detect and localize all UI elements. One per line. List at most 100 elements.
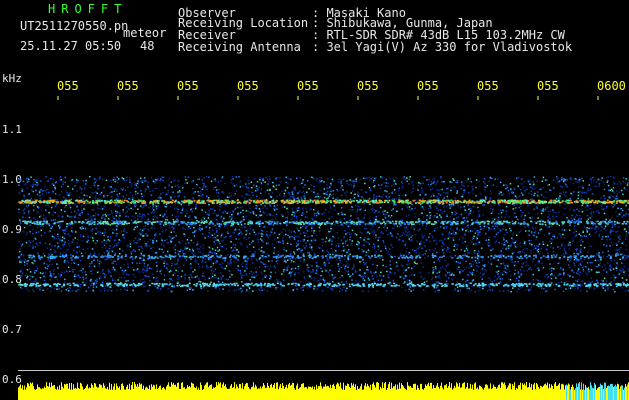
noise-pixel (237, 259, 239, 261)
noise-pixel (501, 243, 504, 245)
noise-pixel (177, 184, 179, 186)
noise-pixel (302, 253, 305, 255)
noise-pixel (489, 197, 492, 200)
noise-pixel (36, 212, 38, 214)
noise-pixel (580, 234, 582, 237)
noise-pixel (116, 198, 119, 200)
noise-pixel (495, 233, 498, 235)
noise-pixel (244, 197, 246, 199)
noise-pixel (468, 282, 470, 284)
noise-pixel (177, 195, 179, 197)
noise-pixel (484, 186, 486, 188)
noise-pixel (192, 271, 194, 273)
noise-pixel (325, 285, 327, 288)
noise-pixel (296, 209, 299, 212)
noise-pixel (137, 208, 139, 210)
noise-pixel (132, 199, 134, 201)
noise-pixel (183, 264, 185, 267)
noise-pixel (80, 211, 83, 214)
noise-pixel (328, 240, 330, 242)
noise-pixel (470, 181, 472, 183)
noise-pixel (478, 180, 481, 183)
noise-pixel (293, 253, 296, 255)
noise-pixel (389, 232, 392, 234)
noise-pixel (302, 190, 305, 193)
noise-pixel (621, 242, 623, 245)
noise-pixel (73, 278, 76, 281)
noise-pixel (58, 227, 61, 229)
noise-pixel (287, 198, 290, 200)
noise-pixel (441, 245, 443, 247)
noise-pixel (59, 240, 61, 242)
noise-pixel (80, 228, 83, 230)
noise-pixel (404, 289, 407, 291)
noise-pixel (137, 239, 139, 242)
noise-pixel (79, 213, 81, 215)
noise-pixel (295, 197, 298, 200)
noise-pixel (249, 225, 251, 228)
noise-pixel (315, 179, 318, 181)
noise-pixel (49, 260, 51, 262)
noise-pixel (364, 237, 366, 239)
noise-pixel (573, 271, 575, 274)
noise-pixel (585, 191, 587, 194)
noise-pixel (466, 279, 469, 282)
noise-pixel (146, 275, 148, 278)
noise-pixel (441, 266, 443, 268)
noise-pixel (28, 180, 30, 183)
noise-pixel (545, 225, 547, 227)
noise-pixel (625, 235, 628, 237)
noise-pixel (297, 268, 300, 270)
noise-pixel (501, 278, 503, 280)
noise-pixel (78, 246, 80, 248)
noise-pixel (128, 177, 131, 179)
noise-pixel (440, 267, 442, 269)
noise-pixel (30, 258, 32, 260)
noise-pixel (569, 224, 571, 226)
noise-pixel (508, 192, 510, 195)
noise-pixel (453, 218, 455, 220)
noise-pixel (264, 181, 266, 183)
noise-pixel (313, 191, 315, 193)
noise-pixel (82, 198, 85, 200)
noise-pixel (449, 251, 452, 253)
noise-pixel (178, 190, 181, 192)
noise-pixel (497, 216, 500, 219)
noise-pixel (513, 242, 515, 244)
noise-pixel (101, 232, 104, 234)
noise-pixel (448, 204, 451, 206)
noise-pixel (329, 253, 331, 256)
noise-pixel (117, 178, 120, 180)
noise-pixel (155, 240, 158, 242)
noise-pixel (590, 177, 592, 179)
noise-pixel (196, 248, 199, 250)
noise-pixel (252, 194, 254, 196)
noise-pixel (281, 190, 284, 192)
noise-pixel (341, 214, 343, 216)
noise-pixel (535, 238, 537, 241)
noise-pixel (373, 281, 376, 283)
noise-pixel (132, 279, 134, 282)
noise-pixel (520, 230, 522, 232)
noise-pixel (561, 244, 563, 247)
noise-pixel (375, 236, 377, 239)
noise-pixel (552, 235, 554, 237)
noise-pixel (29, 241, 32, 243)
noise-pixel (130, 191, 132, 194)
noise-pixel (235, 238, 237, 240)
noise-pixel (184, 247, 186, 250)
noise-pixel (271, 191, 274, 194)
noise-pixel (538, 262, 540, 265)
noise-pixel (471, 186, 473, 188)
noise-pixel (139, 177, 142, 179)
noise-pixel (441, 212, 444, 214)
noise-pixel (606, 255, 608, 258)
noise-pixel (376, 196, 378, 198)
noise-pixel (619, 238, 621, 241)
noise-pixel (213, 188, 215, 190)
noise-pixel (170, 270, 172, 272)
noise-pixel (164, 186, 166, 189)
noise-pixel (519, 251, 521, 253)
noise-pixel (220, 217, 222, 219)
noise-pixel (57, 242, 59, 244)
